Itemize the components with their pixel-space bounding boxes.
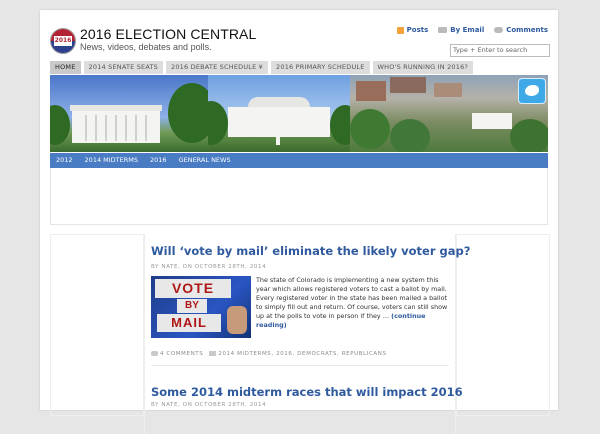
subnav-link-general-news[interactable]: GENERAL NEWS <box>173 153 237 168</box>
nav-tab-primary-schedule[interactable]: 2016 PRIMARY SCHEDULE <box>271 61 370 74</box>
thumb-hand <box>227 306 247 334</box>
banner-tree <box>168 83 208 143</box>
banner-column <box>115 115 117 141</box>
nav-tab-home[interactable]: HOME <box>50 61 81 74</box>
subscribe-email-link[interactable]: By Email <box>438 26 484 34</box>
post-title[interactable]: Some 2014 midterm races that will impact… <box>151 385 463 399</box>
subscribe-posts-link[interactable]: Posts <box>396 26 429 34</box>
header-banner <box>50 75 548 152</box>
nav-tab-whos-running[interactable]: WHO'S RUNNING IN 2016? <box>372 61 474 74</box>
banner-tree <box>510 119 548 152</box>
top-navigation: HOME 2014 SENATE SEATS 2016 DEBATE SCHED… <box>50 61 548 74</box>
banner-column <box>125 115 127 141</box>
site-title[interactable]: 2016 ELECTION CENTRAL <box>80 26 256 42</box>
nav-tab-debate-schedule[interactable]: 2016 DEBATE SCHEDULE ¥ <box>166 61 269 74</box>
post-meta: BY NATE, ON OCTOBER 28TH, 2014 <box>151 402 267 408</box>
post-thumbnail[interactable]: VOTE BY MAIL <box>151 276 251 338</box>
search-input[interactable]: Type + Enter to search <box>450 44 550 57</box>
subnav-link-2014-midterms[interactable]: 2014 MIDTERMS <box>79 153 144 168</box>
subscribe-posts-label: Posts <box>406 26 429 34</box>
banner-photo-white-house <box>208 75 350 152</box>
banner-building <box>390 77 426 93</box>
rss-icon <box>396 26 404 34</box>
banner-column <box>85 115 87 141</box>
post-divider <box>151 365 449 366</box>
thumb-word: VOTE <box>155 279 231 298</box>
thumb-word: BY <box>177 299 207 313</box>
comments-icon <box>494 27 504 33</box>
banner-column <box>95 115 97 141</box>
subnav-link-2016[interactable]: 2016 <box>144 153 173 168</box>
banner-building <box>472 113 512 129</box>
banner-tree <box>330 105 350 145</box>
left-sidebar <box>50 234 144 416</box>
folder-icon <box>209 351 217 356</box>
post-categories: 2014 MIDTERMS, 2016, DEMOCRATS, REPUBLIC… <box>209 351 386 357</box>
subscribe-email-label: By Email <box>450 26 485 34</box>
logo-year: 2016 <box>54 36 72 46</box>
page-container: 2016 2016 ELECTION CENTRAL News, videos,… <box>40 10 558 434</box>
post-categories-list[interactable]: 2014 MIDTERMS, 2016, DEMOCRATS, REPUBLIC… <box>218 351 386 357</box>
banner-building-roof <box>248 97 310 107</box>
banner-building <box>356 81 386 101</box>
subscribe-comments-link[interactable]: Comments <box>494 26 548 34</box>
thumb-word: MAIL <box>157 314 221 332</box>
post-footer: 4 COMMENTS 2014 MIDTERMS, 2016, DEMOCRAT… <box>151 351 387 357</box>
category-navigation: 2012 2014 MIDTERMS 2016 GENERAL NEWS <box>50 153 548 168</box>
main-content: Will ‘vote by mail’ eliminate the likely… <box>144 234 470 434</box>
banner-tree <box>390 119 430 152</box>
banner-fountain <box>276 133 280 145</box>
nav-tab-senate-seats[interactable]: 2014 SENATE SEATS <box>83 61 163 74</box>
right-sidebar <box>456 234 550 416</box>
banner-tree <box>208 101 228 145</box>
site-tagline: News, videos, debates and polls. <box>80 42 212 52</box>
banner-column <box>145 115 147 141</box>
subscribe-comments-label: Comments <box>506 26 548 34</box>
banner-building <box>434 83 462 97</box>
comment-bubble-icon <box>151 351 158 356</box>
banner-tree <box>350 109 390 149</box>
twitter-button[interactable] <box>518 78 546 104</box>
post-comments-count: 4 COMMENTS <box>160 351 204 357</box>
ad-area <box>50 168 548 225</box>
subnav-link-2012[interactable]: 2012 <box>50 153 79 168</box>
banner-column <box>105 115 107 141</box>
subscribe-links: Posts By Email Comments <box>396 26 548 34</box>
banner-column <box>135 115 137 141</box>
twitter-bird-icon <box>525 85 539 96</box>
banner-tree <box>50 105 70 145</box>
banner-photo-capitol <box>50 75 208 152</box>
post-meta: BY NATE, ON OCTOBER 28TH, 2014 <box>151 264 267 270</box>
post-comments-link[interactable]: 4 COMMENTS <box>151 351 203 357</box>
post-excerpt: The state of Colorado is implementing a … <box>256 276 452 330</box>
post-title[interactable]: Will ‘vote by mail’ eliminate the likely… <box>151 244 470 258</box>
site-logo[interactable]: 2016 <box>50 28 76 54</box>
email-icon <box>438 27 448 33</box>
